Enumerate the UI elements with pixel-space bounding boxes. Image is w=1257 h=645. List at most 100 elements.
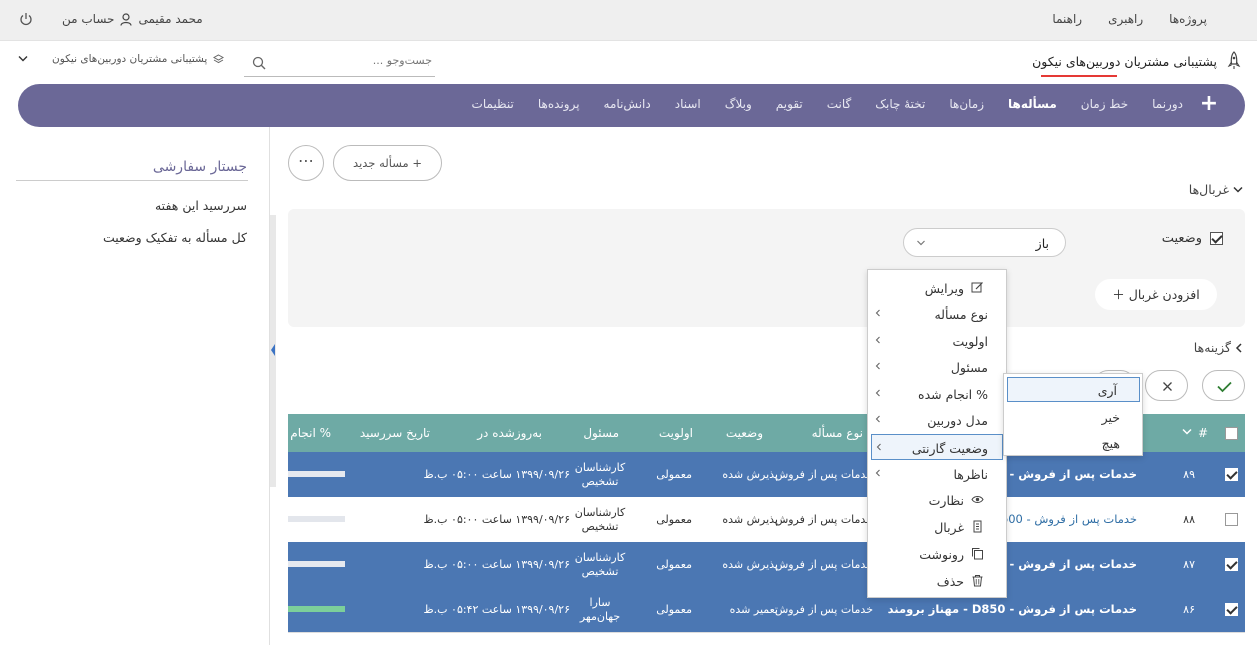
trash-icon (972, 575, 983, 587)
menu-item-label: نوع مسأله (934, 307, 988, 322)
menu-item-camera-model[interactable]: مدل دوربین (868, 407, 1006, 433)
tab-documents[interactable]: اسناد (675, 97, 701, 111)
tab-issues[interactable]: مسأله‌ها (1008, 97, 1057, 111)
issue-assignee[interactable]: کارشناسان تشخیص (570, 461, 630, 489)
close-icon (1163, 382, 1172, 391)
menu-item-watchers[interactable]: ناظرها (868, 461, 1006, 487)
assignee-first: کارشناسان (574, 506, 626, 519)
menu-item-label: مسئول (950, 360, 988, 375)
issue-id[interactable]: ۸۶ (1183, 603, 1195, 616)
tab-settings[interactable]: تنظیمات (472, 97, 514, 111)
top-link-help[interactable]: راهنما (1052, 12, 1082, 26)
tab-files[interactable]: پرونده‌ها (538, 97, 580, 111)
menu-item-watch[interactable]: نظارت (868, 487, 1006, 513)
menu-item-copy[interactable]: رونوشت (868, 541, 1006, 567)
tab-calendar[interactable]: تقویم (776, 97, 803, 111)
menu-item-label: غربال (934, 520, 964, 535)
col-status[interactable]: وضعیت (726, 426, 763, 440)
new-issue-button[interactable]: + مسأله جدید (333, 145, 442, 181)
sidebar-item-due-this-week[interactable]: سررسید این هفته (155, 198, 247, 213)
submenu-item-yes[interactable]: آری (1007, 377, 1140, 402)
tab-gantt[interactable]: گانت (827, 97, 852, 111)
sidebar-item-issues-by-status[interactable]: کل مسأله به تفکیک وضعیت (103, 230, 247, 245)
user-menu[interactable]: محمد مقیمی حساب من (62, 12, 203, 26)
tab-overview[interactable]: دورنما (1152, 97, 1183, 111)
row-checkbox[interactable] (1225, 558, 1238, 571)
col-updated[interactable]: به‌روزشده در (477, 426, 542, 440)
cancel-button[interactable] (1145, 370, 1188, 401)
apply-button[interactable] (1202, 370, 1245, 401)
my-account-link[interactable]: حساب من (62, 12, 114, 26)
col-priority[interactable]: اولویت (659, 426, 693, 440)
issue-status: پذیرش شده (722, 558, 778, 571)
issue-id[interactable]: ۸۹ (1183, 468, 1195, 481)
collapse-handle-icon[interactable] (270, 343, 276, 357)
menu-item-priority[interactable]: اولویت (868, 328, 1006, 354)
chevron-down-icon[interactable] (1182, 428, 1192, 436)
table-row[interactable]: ۸۸ خدمات پس از فروش - 5600 خدمات پس از ف… (288, 497, 1245, 542)
progress-bar (288, 606, 345, 612)
issue-assignee[interactable]: سارا جهان‌مهر (570, 596, 630, 624)
select-all-checkbox[interactable] (1225, 427, 1238, 440)
col-assignee[interactable]: مسئول (583, 426, 619, 440)
search-icon (252, 56, 266, 70)
table-row[interactable]: ۸۹ خدمات پس از فروش - D850 خدمات پس از ف… (288, 452, 1245, 497)
col-due-date[interactable]: تاریخ سررسید (360, 426, 430, 440)
table-row[interactable]: ۸۶ خدمات پس از فروش - D850 - مهناز برومن… (288, 587, 1245, 632)
chevron-left-icon (875, 362, 880, 370)
chevron-left-icon (875, 309, 880, 317)
options-toggle[interactable]: گزینه‌ها (1194, 340, 1243, 355)
menu-item-label: اولویت (952, 334, 988, 349)
menu-item-done-ratio[interactable]: % انجام شده (868, 381, 1006, 407)
tab-blog[interactable]: وبلاگ (725, 97, 752, 111)
chevron-right-icon (1235, 342, 1242, 353)
project-selector[interactable]: پشتیبانی مشتریان دوربین‌های نیکون (18, 53, 225, 65)
table-row[interactable]: ۸۷ خدمات پس از فروش - 7500 خدمات پس از ف… (288, 542, 1245, 587)
issue-id[interactable]: ۸۷ (1183, 558, 1195, 571)
issue-title[interactable]: خدمات پس از فروش - 5600 (994, 512, 1137, 526)
col-id[interactable]: # (1198, 426, 1208, 440)
assignee-first: کارشناسان (574, 461, 626, 474)
assignee-first: سارا (589, 596, 611, 609)
power-icon[interactable] (19, 12, 33, 26)
menu-item-issue-type[interactable]: نوع مسأله (868, 301, 1006, 327)
menu-item-delete[interactable]: حذف (868, 568, 1006, 594)
row-checkbox[interactable] (1225, 513, 1238, 526)
menu-item-filter[interactable]: غربال (868, 514, 1006, 540)
menu-item-assignee[interactable]: مسئول (868, 354, 1006, 380)
menu-item-edit[interactable]: ویرایش (868, 275, 1006, 301)
issue-title[interactable]: خدمات پس از فروش - D850 - مهناز برومند (888, 602, 1137, 616)
issue-id[interactable]: ۸۸ (1183, 513, 1195, 526)
tab-agile-board[interactable]: تختهٔ چابک (875, 97, 925, 111)
col-done-ratio[interactable]: % انجام شد (288, 426, 331, 440)
submenu-item-none[interactable]: هیچ (1004, 431, 1142, 456)
add-button[interactable]: + (1199, 93, 1219, 115)
more-actions-button[interactable]: ⋯ (288, 145, 324, 181)
tab-wiki[interactable]: دانش‌نامه (604, 97, 651, 111)
tab-time[interactable]: زمان‌ها (949, 97, 984, 111)
tab-timeline[interactable]: خط زمان (1081, 97, 1128, 111)
top-link-administration[interactable]: راهبری (1108, 12, 1143, 26)
user-name[interactable]: محمد مقیمی (138, 12, 202, 26)
filters-toggle[interactable]: غربال‌ها (1189, 182, 1243, 197)
issue-type: خدمات پس از فروش (774, 558, 873, 571)
search-input[interactable] (272, 54, 432, 67)
status-operator-select[interactable]: باز (903, 228, 1066, 257)
chevron-down-icon (1233, 186, 1243, 193)
add-filter-button[interactable]: افزودن غربال ＋ (1095, 279, 1217, 310)
issue-assignee[interactable]: کارشناسان تشخیص (570, 551, 630, 579)
top-link-projects[interactable]: پروژه‌ها (1169, 12, 1207, 26)
col-type[interactable]: نوع مسأله (812, 426, 863, 440)
row-checkbox[interactable] (1225, 603, 1238, 616)
status-filter-checkbox[interactable] (1210, 232, 1223, 245)
issue-updated: ۱۳۹۹/۰۹/۲۶ ساعت ۰۵:۴۲ ب.ظ (423, 603, 571, 616)
issue-assignee[interactable]: کارشناسان تشخیص (570, 506, 630, 534)
submenu-item-no[interactable]: خیر (1004, 405, 1142, 430)
filters-label: غربال‌ها (1188, 182, 1229, 197)
progress-bar (288, 561, 345, 567)
row-checkbox[interactable] (1225, 468, 1238, 481)
menu-item-warranty-status[interactable]: وضعیت گارنتی (871, 434, 1003, 460)
sidebar-splitter[interactable] (270, 215, 276, 487)
issue-type: خدمات پس از فروش (774, 513, 873, 526)
table-row[interactable] (288, 632, 1245, 645)
